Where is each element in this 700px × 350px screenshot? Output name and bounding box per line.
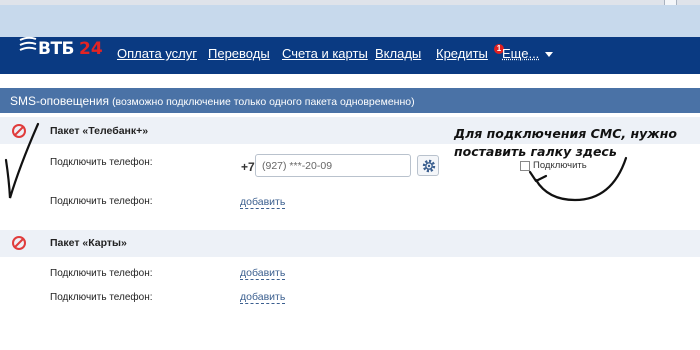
phone-input[interactable]: [255, 154, 411, 177]
add-phone-link[interactable]: добавить: [240, 267, 286, 280]
phone-label: Подключить телефон:: [50, 196, 153, 207]
package-name: Пакет «Карты»: [50, 237, 127, 249]
disabled-circle-icon: [12, 236, 26, 250]
nav-item-accounts-cards[interactable]: Счета и карты: [282, 46, 368, 61]
annotation-line-2: поставить галку здесь: [454, 144, 617, 159]
connect-checkbox-label: Подключить: [533, 160, 587, 171]
phone-label: Подключить телефон:: [50, 268, 153, 279]
add-phone-link[interactable]: добавить: [240, 291, 286, 304]
logo-brand-text: ВТБ: [38, 39, 75, 59]
nav-item-payments[interactable]: Оплата услуг: [117, 46, 197, 61]
arrowhead-stroke: [528, 170, 548, 183]
nav-item-credits[interactable]: Кредиты: [436, 46, 488, 61]
connect-checkbox[interactable]: [520, 161, 530, 171]
phone-prefix: +7: [241, 160, 255, 174]
nav-more-menu[interactable]: Еще...: [502, 46, 539, 61]
phone-settings-button[interactable]: [417, 155, 439, 176]
nav-item-transfers[interactable]: Переводы: [208, 46, 270, 61]
vtb-logo-swoosh-icon: [19, 36, 37, 51]
nav-item-deposits[interactable]: Вклады: [375, 46, 421, 61]
annotation-line-1: Для подключения СМС, нужно: [454, 126, 677, 141]
add-phone-link[interactable]: добавить: [240, 196, 286, 209]
gear-icon: [422, 159, 436, 173]
section-title-text: SMS-оповещения: [10, 94, 109, 108]
section-title: SMS-оповещения (возможно подключение тол…: [10, 94, 415, 108]
phone-label: Подключить телефон:: [50, 157, 153, 168]
section-note-text: (возможно подключение только одного паке…: [112, 96, 415, 108]
phone-label: Подключить телефон:: [50, 292, 153, 303]
chevron-down-icon[interactable]: [545, 52, 553, 57]
package-name: Пакет «Телебанк+»: [50, 125, 149, 137]
logo-number-text: 24: [79, 39, 103, 59]
disabled-circle-icon: [12, 124, 26, 138]
